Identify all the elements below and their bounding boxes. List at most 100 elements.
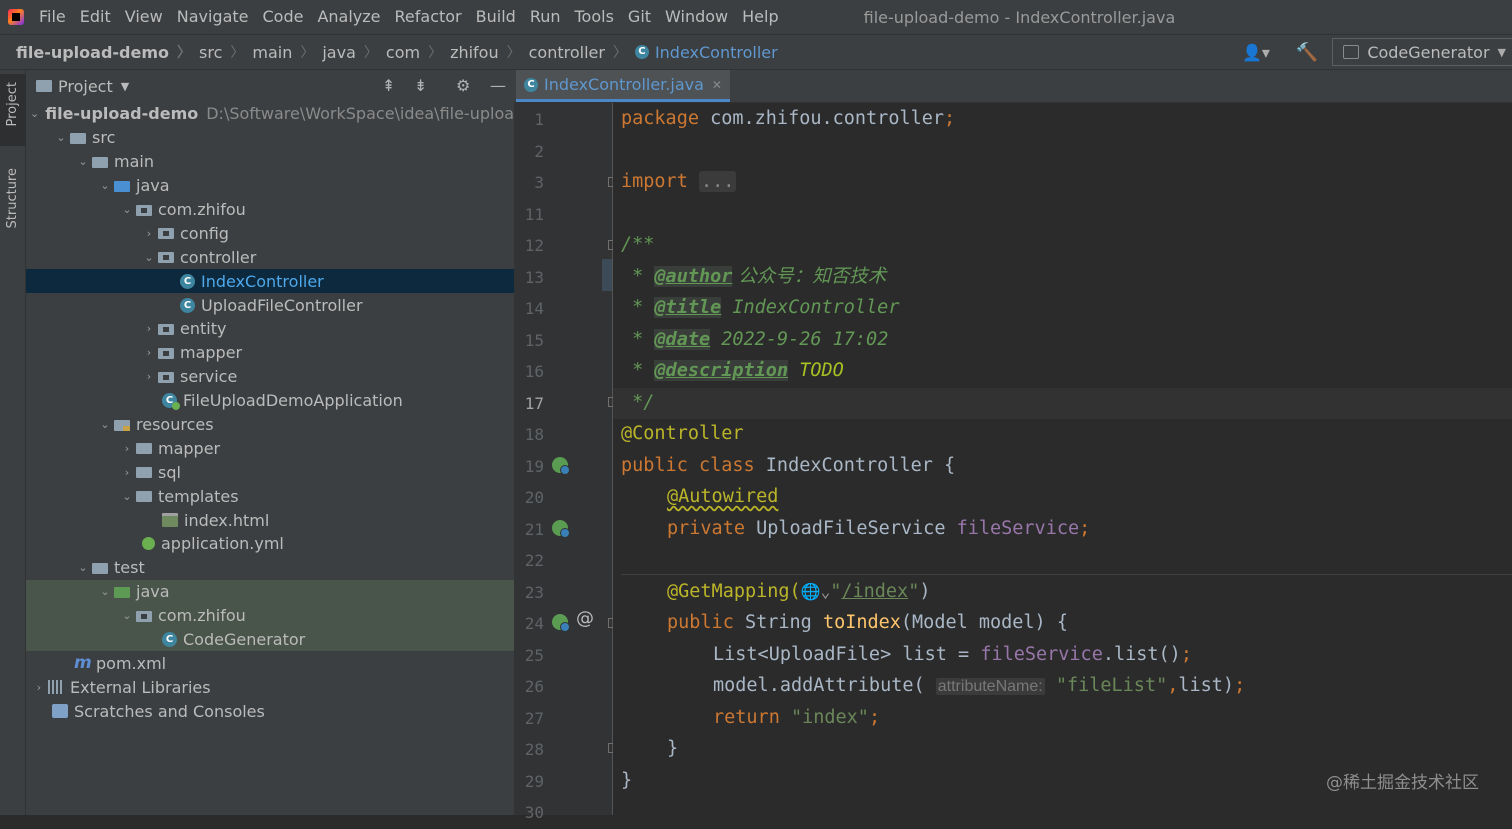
tree-item-indexcontroller[interactable]: C IndexController	[26, 269, 514, 294]
menu-navigate[interactable]: Navigate	[170, 0, 256, 34]
chevron-down-icon[interactable]: ⌄	[118, 203, 136, 216]
menu-run[interactable]: Run	[523, 0, 568, 34]
menu-tools[interactable]: Tools	[568, 0, 621, 34]
tree-item-test-java[interactable]: ⌄ java	[26, 579, 514, 604]
tree-item-scratches[interactable]: Scratches and Consoles	[26, 699, 514, 723]
code-line-1: package com.zhifou.controller;	[621, 108, 956, 129]
breadcrumb-project[interactable]: file-upload-demo 〉	[0, 42, 191, 62]
tree-item-test[interactable]: ⌄ test	[26, 556, 514, 580]
editor-gutter: 1 2 3 11 12 13 14 15 16 17 18 19 20 21 2…	[514, 103, 642, 822]
tree-item-codegenerator[interactable]: C CodeGenerator	[26, 627, 514, 652]
tree-item-service[interactable]: › service	[26, 365, 514, 389]
chevron-down-icon[interactable]: ⌄	[74, 561, 92, 574]
gear-icon[interactable]: ⚙	[456, 76, 470, 95]
url-globe-icon[interactable]: 🌐⌄	[801, 582, 831, 601]
tab-indexcontroller-java[interactable]: C IndexController.java ✕	[516, 70, 730, 102]
line-number: 30	[524, 803, 544, 822]
chevron-down-icon[interactable]: ⌄	[74, 155, 92, 168]
line-number: 17	[524, 393, 544, 413]
tree-item-uploadfilecontroller[interactable]: C UploadFileController	[26, 293, 514, 317]
window-title: file-upload-demo - IndexController.java	[863, 7, 1176, 27]
code-editor[interactable]: package com.zhifou.controller; import ..…	[613, 103, 1512, 815]
tree-item-templates[interactable]: ⌄ templates	[26, 484, 514, 508]
chevron-right-icon[interactable]: ›	[140, 346, 158, 359]
spring-bean-gutter-icon[interactable]	[552, 457, 570, 475]
mapping-at-icon[interactable]: @	[576, 608, 594, 629]
line-number: 12	[524, 236, 544, 255]
html-file-icon	[162, 513, 178, 528]
line-number: 29	[524, 771, 544, 791]
code-line-28: }	[667, 738, 679, 759]
breadcrumb-main[interactable]: main 〉	[244, 42, 314, 62]
tree-item-test-com-zhifou[interactable]: ⌄ com.zhifou	[26, 603, 514, 628]
build-hammer-icon[interactable]: 🔨	[1296, 42, 1318, 63]
breadcrumb-zhifou[interactable]: zhifou 〉	[442, 42, 521, 62]
menu-refactor[interactable]: Refactor	[388, 0, 469, 34]
run-configuration-selector[interactable]: CodeGenerator ▼	[1332, 38, 1512, 66]
menu-view[interactable]: View	[118, 0, 170, 34]
tree-item-mapper[interactable]: › mapper	[26, 341, 514, 365]
project-tool-button[interactable]: Project	[0, 74, 26, 146]
chevron-right-icon[interactable]: ›	[140, 322, 158, 335]
breadcrumb-com[interactable]: com 〉	[378, 42, 442, 62]
chevron-right-icon[interactable]: ›	[140, 227, 158, 240]
line-number: 23	[524, 582, 544, 602]
breadcrumb-src[interactable]: src 〉	[191, 42, 244, 62]
tree-item-config[interactable]: › config	[26, 221, 514, 245]
chevron-right-icon[interactable]: ›	[118, 466, 136, 479]
menu-edit[interactable]: Edit	[73, 0, 118, 34]
project-view-selector[interactable]: Project	[58, 77, 113, 96]
chevron-down-icon[interactable]: ⌄	[140, 251, 158, 264]
tree-item-pom-xml[interactable]: m pom.xml	[26, 651, 514, 675]
code-line-21: private UploadFileService fileService;	[667, 517, 1091, 539]
menu-code[interactable]: Code	[256, 0, 311, 34]
collapse-all-icon[interactable]: ⇟	[414, 76, 427, 95]
tree-item-java[interactable]: ⌄ java	[26, 174, 514, 198]
breadcrumb-indexcontroller[interactable]: C IndexController	[627, 43, 778, 62]
tree-item-resources-mapper[interactable]: › mapper	[26, 436, 514, 460]
chevron-down-icon[interactable]: ▼	[121, 80, 129, 93]
hide-panel-icon[interactable]: —	[490, 76, 506, 95]
tree-item-com-zhifou[interactable]: ⌄ com.zhifou	[26, 198, 514, 222]
autowired-gutter-icon[interactable]	[552, 520, 570, 538]
structure-tool-button[interactable]: Structure	[0, 164, 26, 248]
tree-item-external-libraries[interactable]: › External Libraries	[26, 675, 514, 699]
request-mapping-gutter-icon[interactable]	[552, 614, 570, 632]
menu-git[interactable]: Git	[621, 0, 658, 34]
user-account-icon[interactable]: 👤▾	[1242, 43, 1270, 62]
expand-all-icon[interactable]: ⇞	[382, 76, 395, 95]
tree-item-application-yml[interactable]: application.yml	[26, 532, 514, 556]
tree-item-resources[interactable]: ⌄ resources	[26, 413, 514, 437]
chevron-right-icon[interactable]: ›	[140, 370, 158, 383]
menu-analyze[interactable]: Analyze	[310, 0, 387, 34]
tree-item-fileuploaddemoapplication[interactable]: C FileUploadDemoApplication	[26, 389, 514, 413]
tree-item-project-root[interactable]: ⌄ file-upload-demo D:\Software\WorkSpace…	[26, 102, 524, 126]
breadcrumb-controller[interactable]: controller 〉	[521, 42, 627, 62]
chevron-down-icon[interactable]: ⌄	[30, 107, 39, 120]
tree-item-src[interactable]: ⌄ src	[26, 126, 514, 150]
chevron-down-icon[interactable]: ⌄	[96, 418, 114, 431]
breadcrumb-java[interactable]: java 〉	[314, 42, 378, 62]
code-line-24: public String toIndex(Model model) {	[667, 612, 1068, 633]
chevron-down-icon[interactable]: ⌄	[96, 585, 114, 598]
close-icon[interactable]: ✕	[712, 78, 722, 92]
chevron-right-icon[interactable]: ›	[118, 442, 136, 455]
chevron-down-icon[interactable]: ⌄	[52, 131, 70, 144]
chevron-down-icon[interactable]: ⌄	[118, 490, 136, 503]
project-path: D:\Software\WorkSpace\idea\file-upload	[206, 104, 525, 124]
folder-icon	[70, 132, 86, 144]
tree-item-entity[interactable]: › entity	[26, 317, 514, 341]
menu-help[interactable]: Help	[735, 0, 785, 34]
chevron-right-icon[interactable]: ›	[30, 681, 48, 694]
tree-item-main[interactable]: ⌄ main	[26, 150, 514, 174]
menu-build[interactable]: Build	[469, 0, 523, 34]
menu-file[interactable]: File	[32, 0, 73, 34]
menu-window[interactable]: Window	[658, 0, 735, 34]
folded-imports[interactable]: ...	[698, 171, 737, 192]
tree-item-sql[interactable]: › sql	[26, 460, 514, 484]
code-line-12: /**	[621, 234, 655, 255]
chevron-down-icon[interactable]: ⌄	[118, 609, 136, 622]
tree-item-controller[interactable]: ⌄ controller	[26, 245, 514, 269]
tree-item-index-html[interactable]: index.html	[26, 508, 514, 532]
chevron-down-icon[interactable]: ⌄	[96, 179, 114, 192]
